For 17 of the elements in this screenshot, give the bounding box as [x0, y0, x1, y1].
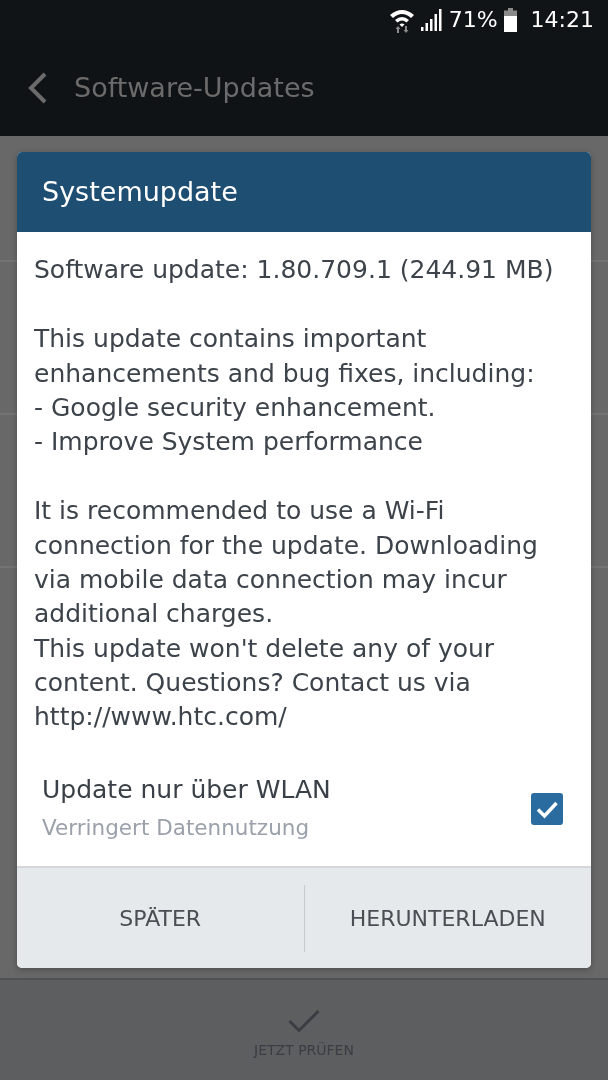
option-label: Update nur über WLAN	[42, 774, 332, 806]
dialog-title: Systemupdate	[42, 175, 238, 209]
screen-title: Software-Updates	[74, 71, 315, 105]
dialog-button[interactable]: HERUNTERLADEN	[304, 868, 591, 968]
dialog-message: It is recommended to use a Wi-Fi connection for the update. Downloading via mobile data connection may incur additional charges. This update won't delete any of your content. Questions? Contact us via http://www.htc.com/	[34, 495, 539, 734]
dialog-message: Software update: 1.80.709.1 (244.91 MB)	[34, 254, 555, 286]
option-summary: Verringert Datennutzung	[42, 814, 311, 842]
battery-percentage: 71%	[448, 7, 498, 33]
back-icon[interactable]	[26, 72, 48, 104]
checkbox[interactable]	[531, 793, 563, 825]
dialog-message: This update contains important enhancements and bug fixes, including: - Google security enhancement. - Improve System performance	[34, 323, 536, 459]
clock-time: 14:21	[530, 7, 594, 33]
battery-icon	[503, 8, 517, 32]
signal-icon	[420, 9, 443, 31]
wifi-icon	[388, 7, 415, 33]
check-icon	[288, 1009, 320, 1033]
dialog-button[interactable]: SPÄTER	[17, 868, 304, 968]
